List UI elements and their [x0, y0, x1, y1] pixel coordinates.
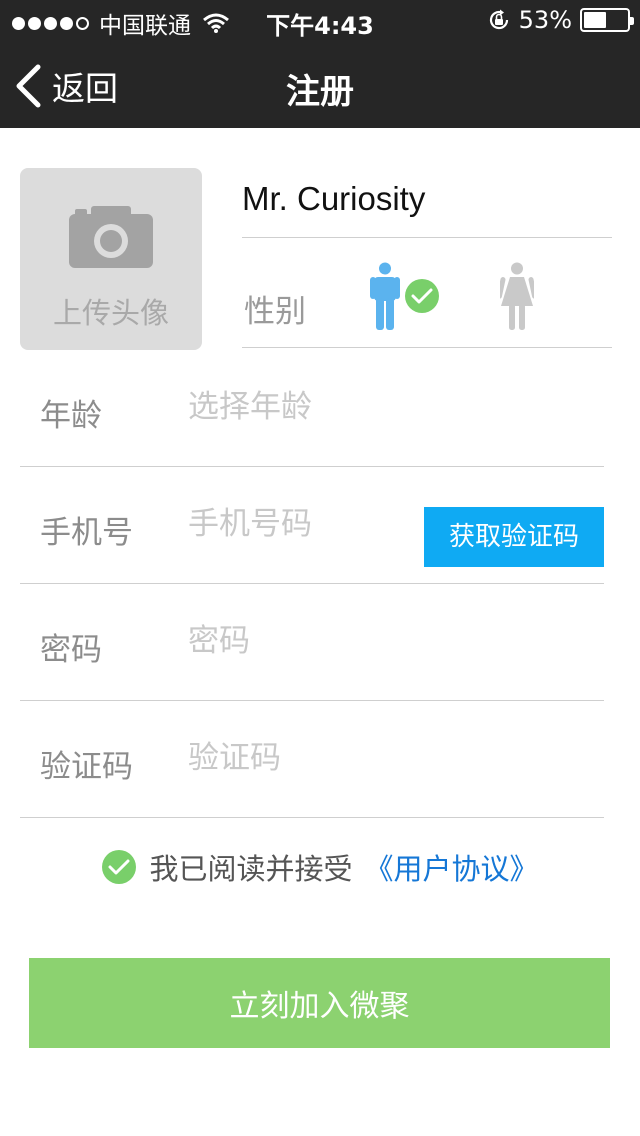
verification-code-input[interactable]: [188, 735, 418, 781]
phone-label: 手机号: [40, 515, 133, 551]
status-bar: 中国联通 下午4:43 53%: [0, 0, 640, 40]
age-label: 年龄: [40, 398, 102, 434]
battery-fill: [584, 12, 607, 28]
phone-input[interactable]: [188, 501, 418, 547]
nav-bar: 返回 注册: [0, 40, 640, 128]
password-row: 密码: [20, 584, 604, 701]
battery-percent: 53%: [518, 6, 572, 34]
agreement-text: 我已阅读并接受: [149, 852, 353, 886]
get-verification-code-button[interactable]: 获取验证码: [424, 507, 604, 567]
gender-check-icon: [405, 279, 439, 313]
phone-row: 手机号 获取验证码: [20, 467, 604, 584]
male-icon[interactable]: [370, 262, 400, 330]
avatar-label: 上传头像: [52, 296, 169, 330]
gender-row: 性别: [242, 238, 612, 348]
agreement-checkbox-icon[interactable]: [101, 849, 137, 885]
gender-label: 性别: [244, 294, 306, 330]
age-select[interactable]: [188, 384, 418, 430]
password-label: 密码: [40, 632, 102, 668]
rotation-lock-icon: [489, 9, 508, 30]
password-input[interactable]: [188, 618, 418, 664]
name-row: Mr. Curiosity: [242, 168, 612, 238]
camera-icon: [69, 206, 153, 268]
name-field[interactable]: Mr. Curiosity: [242, 180, 612, 218]
user-agreement-link[interactable]: 《用户协议》: [365, 846, 539, 888]
age-row: 年龄: [20, 350, 604, 467]
join-now-button[interactable]: 立刻加入微聚: [29, 958, 610, 1048]
avatar-upload-button[interactable]: 上传头像: [20, 168, 202, 350]
status-right: 53%: [487, 6, 634, 34]
battery-icon: [580, 8, 634, 32]
battery-tip: [630, 17, 634, 25]
verify-label: 验证码: [40, 749, 133, 785]
female-icon[interactable]: [500, 262, 534, 330]
verify-row: 验证码: [20, 701, 604, 818]
agreement-row: 我已阅读并接受 《用户协议》: [0, 846, 640, 888]
page-title: 注册: [286, 72, 354, 112]
